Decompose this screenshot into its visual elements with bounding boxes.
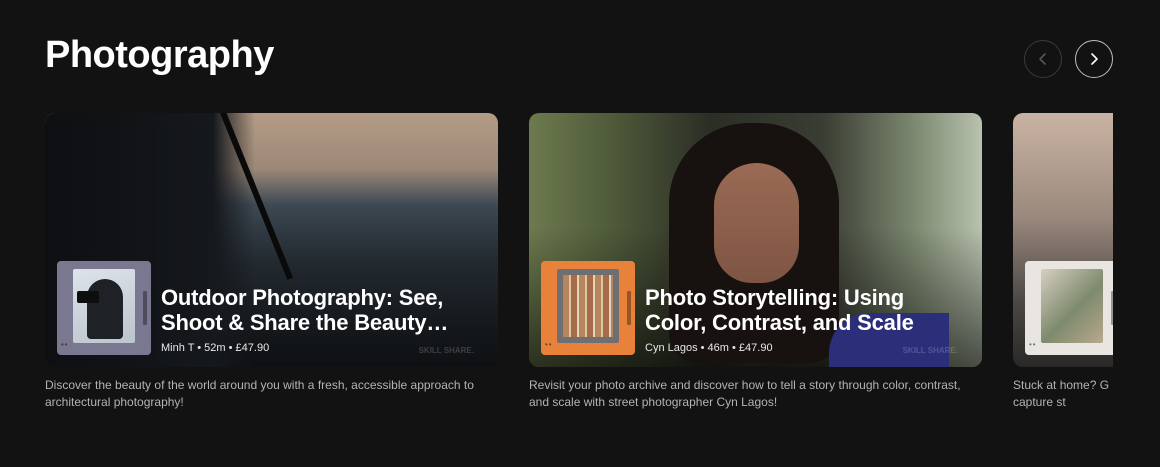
thumbnail-dots-icon: ••: [1029, 340, 1037, 349]
course-description: Revisit your photo archive and discover …: [529, 378, 961, 409]
brand-watermark: SKILL SHARE.: [418, 346, 474, 355]
thumbnail-tag: [1111, 291, 1113, 325]
thumbnail-dots-icon: ••: [61, 340, 69, 349]
course-card-media[interactable]: ••: [1013, 113, 1113, 367]
course-card-media[interactable]: •• Outdoor Photography: See, Shoot & Sha…: [45, 113, 498, 367]
brand-watermark: SKILL SHARE.: [902, 346, 958, 355]
course-card[interactable]: •• Stuck at home? G how to capture st: [1013, 113, 1113, 411]
camera-icon: [77, 291, 99, 303]
course-thumbnail: ••: [1025, 261, 1113, 355]
chevron-left-icon: [1039, 53, 1046, 65]
thumbnail-tag: [143, 291, 147, 325]
section-title: Photography: [45, 34, 274, 76]
course-description: Discover the beauty of the world around …: [45, 378, 474, 409]
carousel-next-button[interactable]: [1075, 40, 1113, 78]
course-thumbnail: ••: [57, 261, 151, 355]
cover-person-face: [714, 163, 799, 283]
carousel-prev-button[interactable]: [1024, 40, 1062, 78]
course-carousel: •• Outdoor Photography: See, Shoot & Sha…: [45, 113, 1113, 433]
course-thumbnail: ••: [541, 261, 635, 355]
course-meta: Minh T • 52m • £47.90: [161, 342, 270, 354]
thumbnail-photographer: [87, 279, 123, 339]
course-card[interactable]: •• Photo Storytelling: Using Color, Cont…: [529, 113, 982, 411]
course-title[interactable]: Outdoor Photography: See, Shoot & Share …: [161, 285, 481, 335]
course-description: Stuck at home? G how to capture st: [1013, 378, 1113, 409]
thumbnail-dots-icon: ••: [545, 340, 553, 349]
course-card-media[interactable]: •• Photo Storytelling: Using Color, Cont…: [529, 113, 982, 367]
course-meta: Cyn Lagos • 46m • £47.90: [645, 342, 773, 354]
thumbnail-tag: [627, 291, 631, 325]
chevron-right-icon: [1091, 53, 1098, 65]
course-card[interactable]: •• Outdoor Photography: See, Shoot & Sha…: [45, 113, 498, 411]
thumbnail-building: [563, 275, 613, 337]
course-title[interactable]: Photo Storytelling: Using Color, Contras…: [645, 285, 965, 335]
